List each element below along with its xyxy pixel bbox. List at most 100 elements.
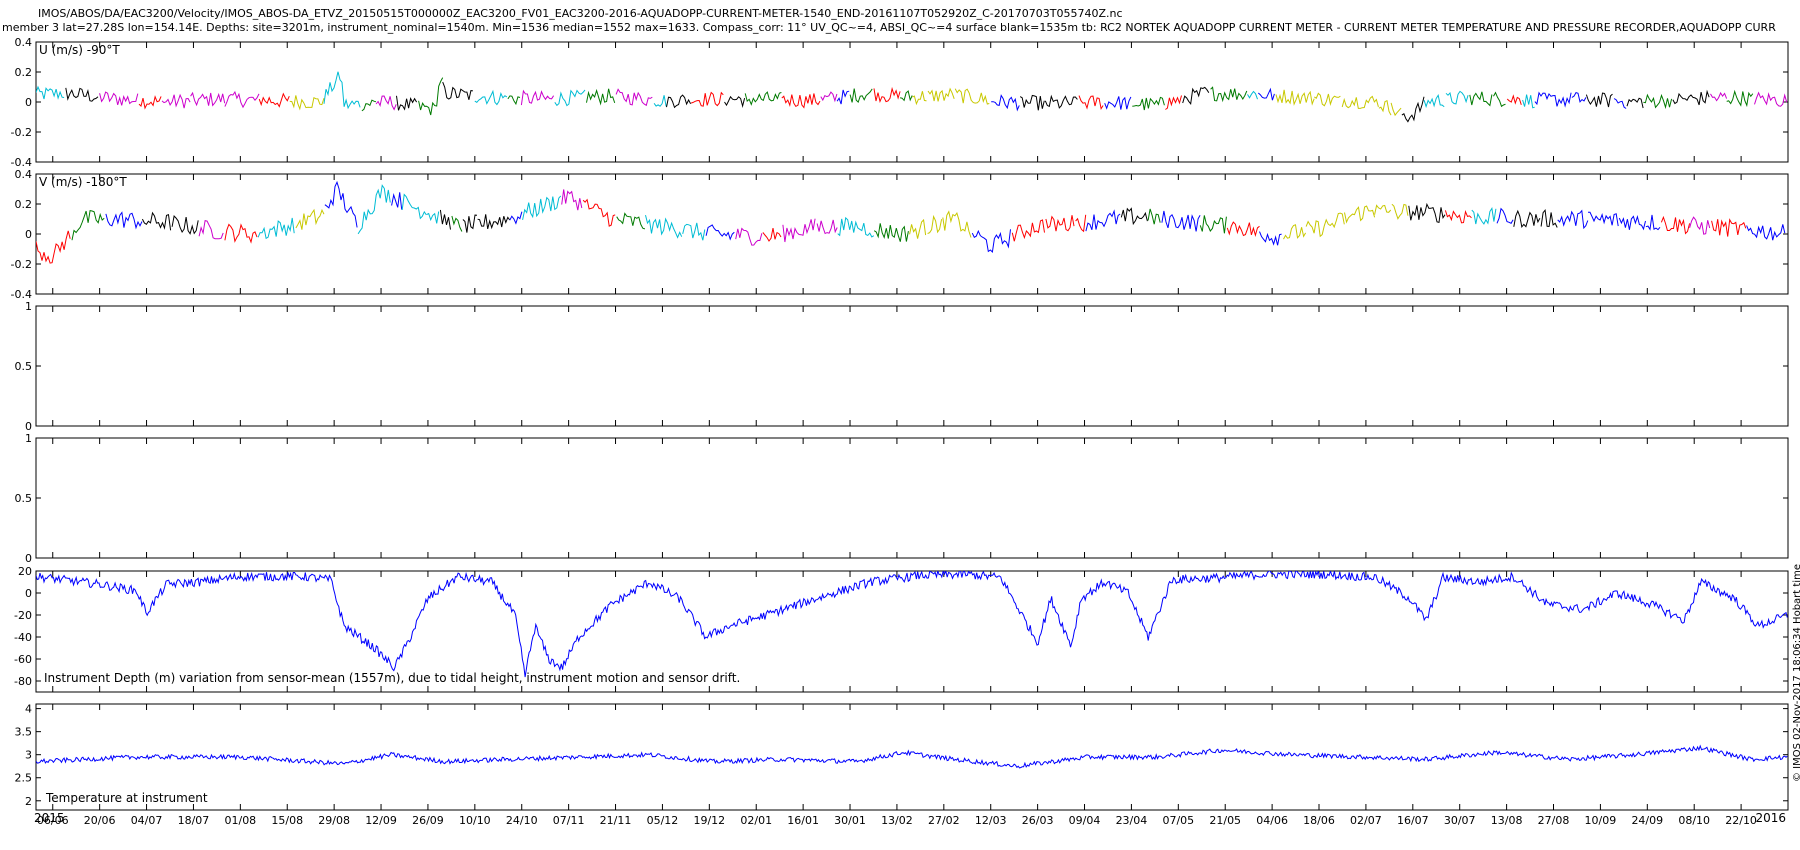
trace-segment-v-velocity bbox=[927, 214, 943, 234]
trace-segment-v-velocity bbox=[1444, 209, 1472, 224]
panel-label-u-velocity: U (m/s) -90°T bbox=[39, 43, 120, 57]
trace-segment-v-velocity bbox=[1283, 224, 1307, 240]
trace-segment-v-velocity bbox=[1120, 207, 1148, 226]
trace-segment-v-velocity bbox=[477, 214, 511, 230]
trace-segment-u-velocity bbox=[1626, 97, 1644, 109]
trace-segment-v-velocity bbox=[1147, 208, 1161, 225]
xtick-label: 07/05 bbox=[1162, 814, 1194, 827]
trace-segment-u-velocity bbox=[1506, 94, 1522, 105]
trace-segment-u-velocity bbox=[1132, 96, 1165, 111]
year-start-label: 2015 bbox=[34, 811, 65, 825]
ytick-label-v-velocity: 0.2 bbox=[15, 198, 33, 211]
trace-segment-u-velocity bbox=[99, 91, 139, 106]
trace-segment-u-velocity bbox=[849, 88, 873, 104]
trace-segment-u-velocity bbox=[653, 95, 667, 107]
trace-segment-u-velocity bbox=[900, 90, 913, 102]
trace-segment-v-velocity bbox=[224, 223, 258, 244]
xtick-label: 13/08 bbox=[1491, 814, 1523, 827]
xtick-label: 26/03 bbox=[1022, 814, 1054, 827]
trace-segment-u-velocity bbox=[1165, 95, 1182, 110]
trace-segment-v-velocity bbox=[1391, 203, 1409, 220]
trace-segment-v-velocity bbox=[105, 211, 143, 230]
trace-segment-u-velocity bbox=[1643, 93, 1673, 110]
panel-label-v-velocity: V (m/s) -180°T bbox=[39, 175, 127, 189]
xtick-label: 26/09 bbox=[412, 814, 444, 827]
xtick-label: 16/01 bbox=[787, 814, 819, 827]
trace-segment-u-velocity bbox=[1078, 95, 1104, 111]
trace-segment-v-velocity bbox=[735, 227, 763, 246]
trace-segment-u-velocity bbox=[1571, 91, 1587, 103]
year-end-label: 2016 bbox=[1755, 811, 1786, 825]
trace-segment-u-velocity bbox=[1423, 94, 1445, 109]
trace-segment-u-velocity bbox=[1104, 96, 1132, 110]
trace-segment-v-velocity bbox=[36, 230, 71, 264]
trace-segment-v-velocity bbox=[971, 229, 1011, 254]
trace-segment-v-velocity bbox=[257, 217, 295, 240]
trace-segment-v-velocity bbox=[1540, 208, 1558, 228]
trace-segment-v-velocity bbox=[582, 198, 616, 227]
trace-segment-u-velocity bbox=[1754, 91, 1788, 107]
trace-segment-u-velocity bbox=[1019, 94, 1045, 111]
trace-segment-u-velocity bbox=[1210, 86, 1248, 103]
xtick-label: 09/04 bbox=[1069, 814, 1101, 827]
trace-segment-v-velocity bbox=[141, 211, 172, 231]
trace-segment-v-velocity bbox=[682, 222, 706, 241]
ytick-label-u-velocity: 0.4 bbox=[15, 36, 33, 49]
trace-segment-v-velocity bbox=[1588, 211, 1619, 227]
trace-segment-u-velocity bbox=[1378, 99, 1392, 116]
trace-segment-v-velocity bbox=[71, 210, 105, 241]
ytick-label-empty-panel-2: 0.5 bbox=[15, 492, 33, 505]
trace-segment-v-velocity bbox=[1645, 214, 1661, 231]
trace-segment-v-velocity bbox=[171, 214, 199, 235]
trace-segment-v-velocity bbox=[1085, 209, 1121, 232]
trace-segment-v-velocity bbox=[1199, 215, 1227, 234]
ytick-label-empty-panel-1: 0.5 bbox=[15, 360, 33, 373]
trace-segment-u-velocity bbox=[418, 77, 444, 116]
panel-frame-empty-panel-2 bbox=[35, 437, 1789, 559]
trace-segment-v-velocity bbox=[1305, 212, 1345, 238]
xtick-label: 07/11 bbox=[553, 814, 585, 827]
ytick-label-empty-panel-2: 0 bbox=[25, 552, 32, 565]
trace-segment-u-velocity bbox=[36, 85, 65, 100]
trace-segment-u-velocity bbox=[1275, 89, 1315, 106]
trace-segment-u-velocity bbox=[1613, 98, 1627, 109]
xtick-label: 10/10 bbox=[459, 814, 491, 827]
trace-segment-v-velocity bbox=[1226, 221, 1260, 238]
xtick-label: 04/07 bbox=[131, 814, 163, 827]
trace-segment-v-velocity bbox=[1471, 207, 1497, 225]
trace-segment-v-velocity bbox=[1513, 209, 1541, 229]
ytick-label-empty-panel-2: 1 bbox=[25, 432, 32, 445]
trace-segment-u-velocity bbox=[190, 91, 226, 107]
panel-frame-empty-panel-1 bbox=[35, 305, 1789, 427]
xtick-label: 18/07 bbox=[178, 814, 210, 827]
trace-segment-u-velocity bbox=[820, 91, 838, 103]
xtick-label: 02/07 bbox=[1350, 814, 1382, 827]
trace-segment-v-velocity bbox=[616, 212, 646, 230]
trace-segment-u-velocity bbox=[1585, 92, 1613, 108]
trace-segment-v-velocity bbox=[522, 195, 562, 221]
trace-segment-v-velocity bbox=[909, 218, 927, 239]
xtick-label: 30/01 bbox=[834, 814, 866, 827]
trace-segment-v-velocity bbox=[837, 216, 875, 238]
ytick-label-u-velocity: -0.2 bbox=[11, 126, 32, 139]
ytick-label-u-velocity: 0.2 bbox=[15, 66, 33, 79]
trace-segment-v-velocity bbox=[295, 208, 325, 230]
xtick-label: 27/08 bbox=[1538, 814, 1570, 827]
xtick-label: 24/09 bbox=[1631, 814, 1663, 827]
trace-segment-u-velocity bbox=[586, 88, 616, 106]
xtick-label: 13/02 bbox=[881, 814, 913, 827]
trace-segment-u-velocity bbox=[224, 90, 260, 109]
trace-segment-v-velocity bbox=[1259, 231, 1282, 246]
trace-segment-v-velocity bbox=[645, 214, 683, 239]
xtick-label: 19/12 bbox=[693, 814, 725, 827]
trace-segment-v-velocity bbox=[942, 210, 972, 238]
trace-segment-v-velocity bbox=[1689, 216, 1711, 235]
trace-segment-u-velocity bbox=[1534, 91, 1572, 108]
ytick-label-depth-variation: 0 bbox=[25, 587, 32, 600]
trace-segment-v-velocity bbox=[439, 209, 451, 230]
ytick-label-v-velocity: -0.2 bbox=[11, 258, 32, 271]
trace-segment-u-velocity bbox=[1247, 90, 1258, 100]
trace-segment-v-velocity bbox=[1711, 218, 1747, 237]
trace-segment-v-velocity bbox=[1746, 224, 1786, 241]
trace-segment-u-velocity bbox=[258, 92, 290, 108]
